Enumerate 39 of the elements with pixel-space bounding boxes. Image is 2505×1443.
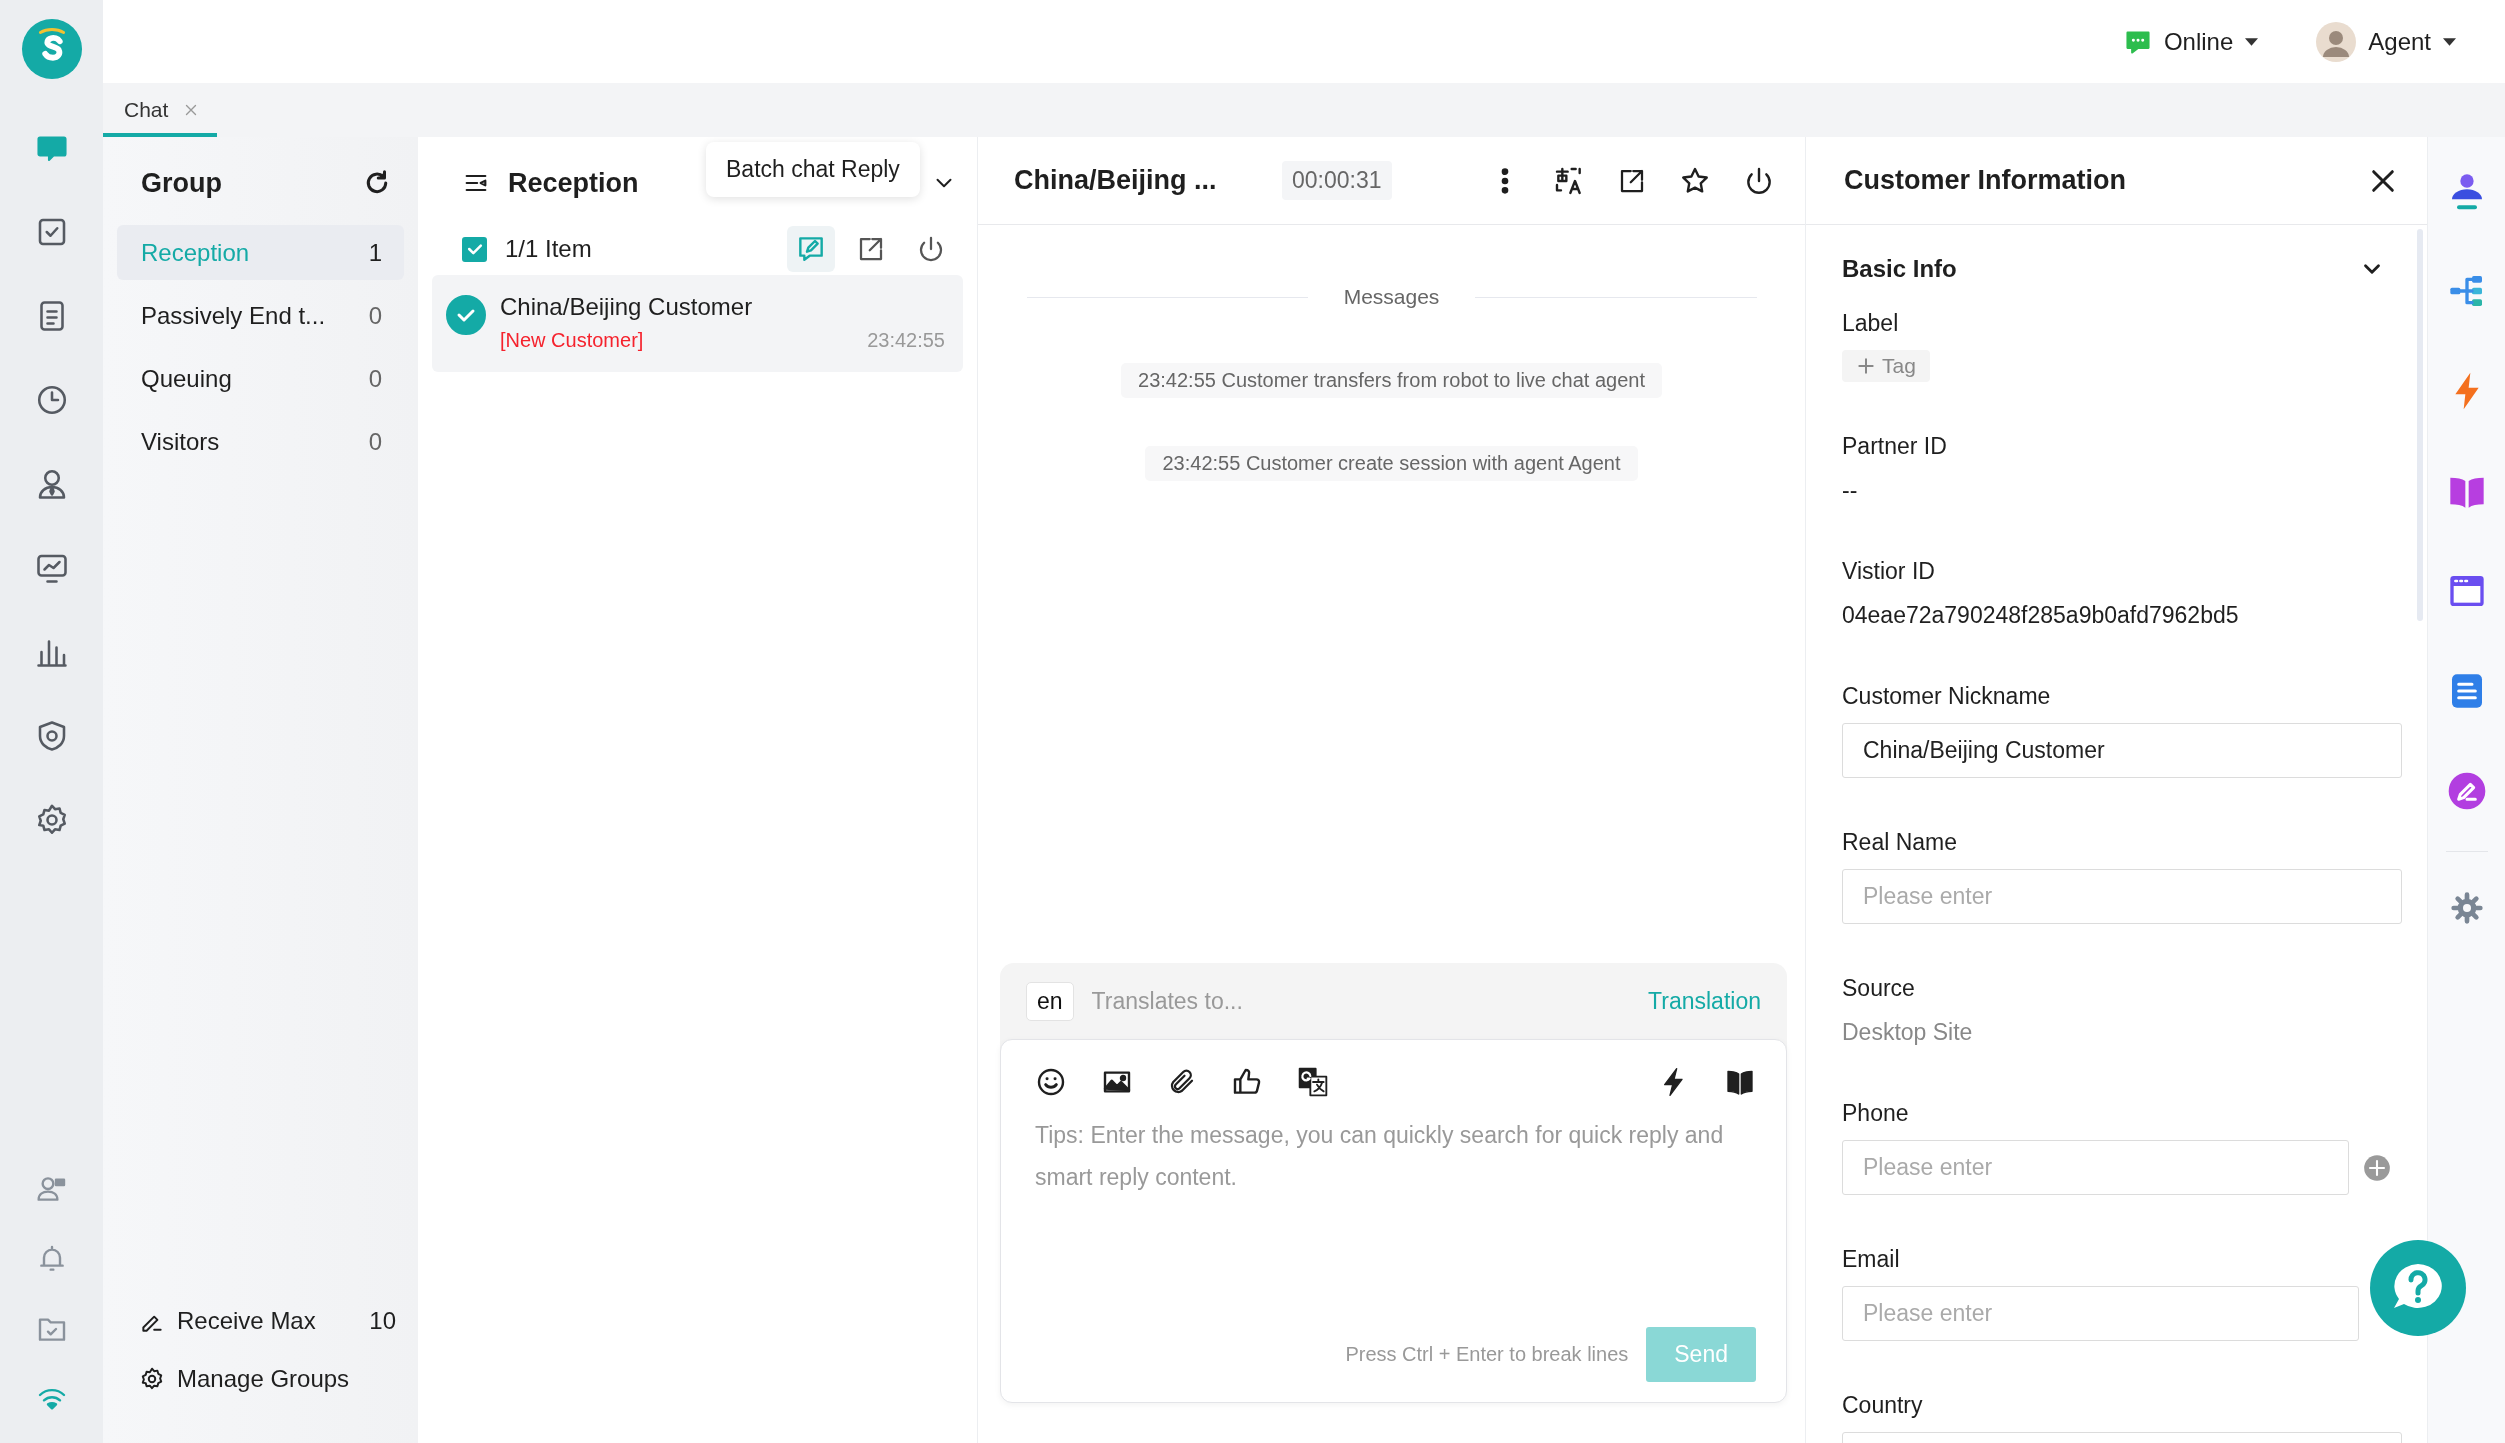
- selection-count: 1/1 Item: [505, 235, 592, 263]
- panel-title: Group: [141, 167, 222, 199]
- group-item[interactable]: Reception 1: [117, 225, 404, 280]
- receive-max-value: 10: [369, 1307, 396, 1335]
- section-title: Basic Info: [1842, 255, 1957, 283]
- input-field[interactable]: Please enter: [1842, 1286, 2359, 1341]
- session-timer: 00:00:31: [1282, 161, 1392, 200]
- group-item[interactable]: Passively End t... 0: [117, 288, 404, 343]
- field-label: Customer Nickname: [1842, 682, 2052, 711]
- input-field[interactable]: China/Beijing Customer: [1842, 723, 2402, 778]
- field-label: Source: [1842, 974, 1916, 1003]
- conversation-item[interactable]: China/Beijing Customer [New Customer] 23:42:55: [432, 275, 963, 372]
- field-value: --: [1842, 476, 1859, 505]
- chat-title: China/Beijing ...: [1014, 165, 1218, 196]
- shortcut-hint: Press Ctrl + Enter to break lines: [1345, 1343, 1629, 1366]
- field-label: Phone: [1842, 1099, 1910, 1128]
- field-value: Desktop Site: [1842, 1018, 1974, 1047]
- field-label: Vistior ID: [1842, 557, 1936, 586]
- tooltip: Batch chat Reply: [706, 142, 920, 197]
- language-selector[interactable]: en: [1026, 981, 1074, 1021]
- field-label: Email: [1842, 1245, 1901, 1274]
- status-dropdown[interactable]: Online: [2119, 21, 2263, 62]
- field-label: Real Name: [1842, 828, 1959, 857]
- receive-max-label: Receive Max: [177, 1307, 316, 1335]
- field-label: Label: [1842, 309, 1900, 338]
- field-label: Country: [1842, 1391, 1924, 1420]
- divider-label: Messages: [1343, 285, 1440, 309]
- input-field[interactable]: Please enter: [1842, 869, 2402, 924]
- system-message: 23:42:55 Customer create session with agent Agent: [1145, 446, 1638, 481]
- field-value: 04eae72a790248f285a9b0afd7962bd5: [1842, 601, 2240, 630]
- user-menu[interactable]: Agent: [2312, 15, 2460, 68]
- panel-title: Reception: [508, 167, 639, 199]
- group-item[interactable]: Visitors 0: [117, 414, 404, 469]
- manage-groups-link[interactable]: Manage Groups: [139, 1365, 404, 1393]
- system-message: 23:42:55 Customer transfers from robot to live chat agent: [1121, 363, 1662, 398]
- group-item[interactable]: Queuing 0: [117, 351, 404, 406]
- panel-title: Customer Information: [1844, 165, 2126, 196]
- input-field[interactable]: Please enter: [1842, 1140, 2349, 1195]
- field-label: Partner ID: [1842, 432, 1948, 461]
